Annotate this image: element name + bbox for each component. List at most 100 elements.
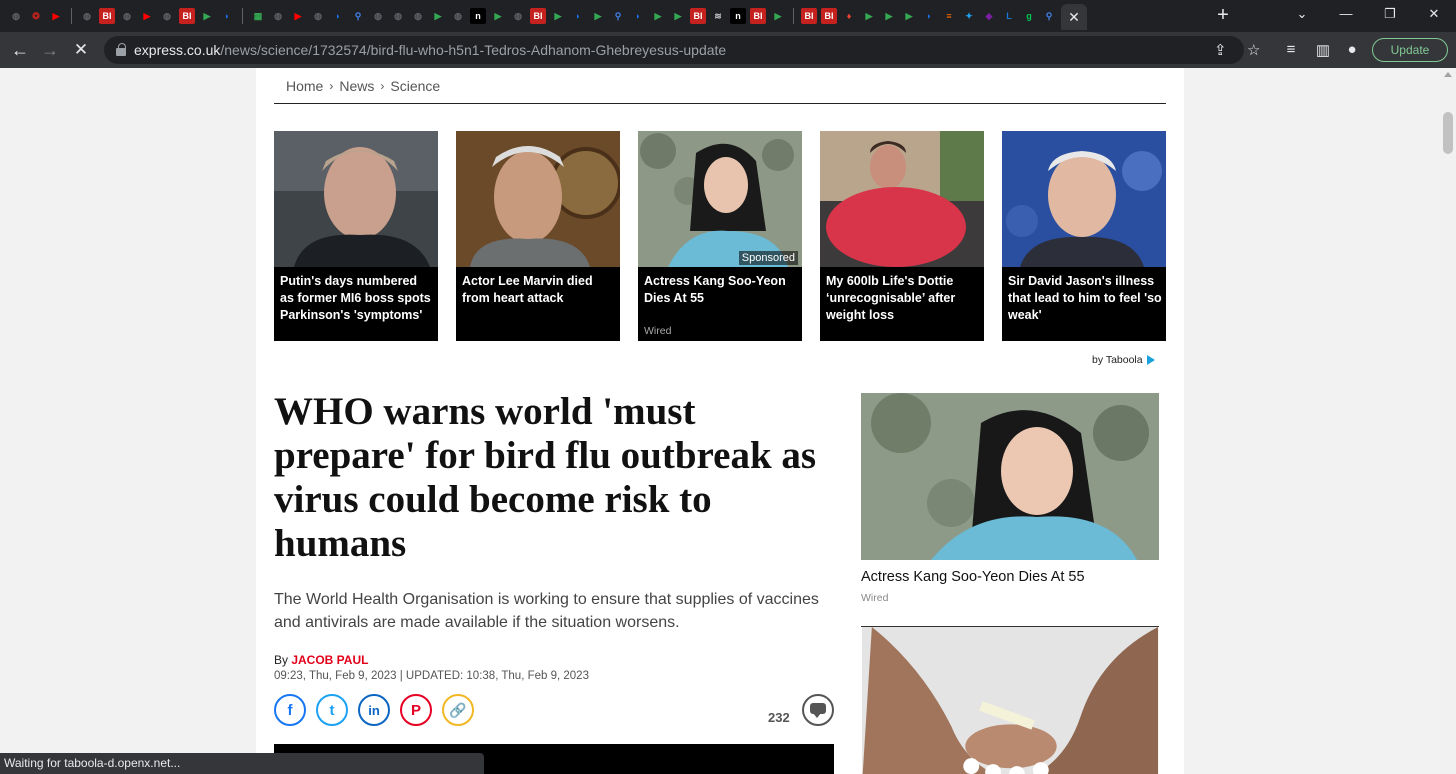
browser-tab-globe-icon[interactable]: ◍ (450, 8, 466, 24)
browser-tab-search-icon[interactable]: ⚲ (610, 8, 626, 24)
sidebar-promo-title[interactable]: Actress Kang Soo-Yeon Dies At 55 (861, 569, 1085, 585)
browser-tab-BI-icon[interactable]: BI (690, 8, 706, 24)
browser-tab-play-icon[interactable]: ▶ (430, 8, 446, 24)
article-headline: WHO warns world 'must prepare' for bird … (274, 390, 817, 565)
browser-tab-play-icon[interactable]: ▶ (670, 8, 686, 24)
browser-tab-play-icon[interactable]: ▶ (770, 8, 786, 24)
browser-tab-globe-icon[interactable]: ◍ (270, 8, 286, 24)
browser-tab-globe-icon[interactable]: ◍ (310, 8, 326, 24)
taboola-card[interactable]: Sponsored Actress Kang Soo-Yeon Dies At … (638, 131, 802, 341)
address-bar[interactable]: express.co.uk/news/science/1732574/bird-… (104, 36, 1260, 64)
sidebar-promo-image[interactable] (861, 393, 1159, 560)
reading-list-icon[interactable]: ≡ (1282, 41, 1300, 58)
bookmark-star-icon[interactable]: ☆ (1247, 41, 1260, 59)
taboola-card-title[interactable]: Putin's days numbered as former MI6 boss… (280, 273, 434, 324)
browser-tab-BI-icon[interactable]: BI (750, 8, 766, 24)
breadcrumb-news[interactable]: News (339, 78, 374, 94)
browser-tab-shield-icon[interactable]: ◗ (570, 8, 586, 24)
browser-tab-n-icon[interactable]: n (470, 8, 486, 24)
side-panel-icon[interactable]: ▥ (1314, 41, 1332, 59)
tab-search-icon[interactable]: ⌄ (1292, 6, 1312, 22)
browser-tab-search-icon[interactable]: ⚲ (1041, 8, 1057, 24)
taboola-card-title[interactable]: Actor Lee Marvin died from heart attack (462, 273, 616, 307)
scrollbar-thumb[interactable] (1443, 112, 1453, 154)
taboola-card[interactable]: Sir David Jason's illness that lead to h… (1002, 131, 1166, 341)
browser-tab-LIFE-icon[interactable]: L (1001, 8, 1017, 24)
browser-tab-play-icon[interactable]: ▶ (901, 8, 917, 24)
comment-icon[interactable] (802, 694, 834, 726)
comment-count[interactable]: 232 (768, 710, 790, 725)
browser-tab-globe-icon[interactable]: ◍ (8, 8, 24, 24)
browser-tab-play-icon[interactable]: ▶ (550, 8, 566, 24)
browser-tab-globe-icon[interactable]: ◍ (119, 8, 135, 24)
active-tab-close-icon[interactable]: ✕ (1061, 4, 1087, 30)
browser-tab-BI-icon[interactable]: BI (179, 8, 195, 24)
lock-icon[interactable] (116, 43, 126, 56)
forward-arrow-icon[interactable]: → (40, 40, 60, 60)
browser-tab-bars-icon[interactable]: ≡ (941, 8, 957, 24)
browser-tab-BI-icon[interactable]: BI (801, 8, 817, 24)
dottie-photo (820, 131, 984, 267)
browser-tab-play-icon[interactable]: ▶ (881, 8, 897, 24)
browser-tab-play-icon[interactable]: ▶ (199, 8, 215, 24)
tab-separator (793, 8, 794, 24)
maximize-button[interactable]: ❐ (1380, 6, 1400, 22)
browser-tab-twitter-icon[interactable]: ✦ (961, 8, 977, 24)
page-scrollbar[interactable] (1440, 68, 1456, 774)
taboola-card-title[interactable]: Actress Kang Soo-Yeon Dies At 55 (644, 273, 798, 307)
browser-tab-youtube-icon[interactable]: ▶ (139, 8, 155, 24)
browser-tab-shield-icon[interactable]: ◗ (330, 8, 346, 24)
linkedin-share-icon[interactable]: in (358, 694, 390, 726)
back-arrow-icon[interactable]: ← (10, 40, 30, 60)
pinterest-share-icon[interactable]: P (400, 694, 432, 726)
sidebar-ad-image[interactable] (861, 626, 1159, 774)
browser-tab-shield-icon[interactable]: ◗ (921, 8, 937, 24)
twitter-share-icon[interactable]: t (316, 694, 348, 726)
browser-tab-youtube-icon[interactable]: ▶ (290, 8, 306, 24)
browser-tab-play-icon[interactable]: ▶ (590, 8, 606, 24)
browser-tab-globe-icon[interactable]: ◍ (410, 8, 426, 24)
browser-tab-pin-icon[interactable]: ♦ (841, 8, 857, 24)
new-tab-button[interactable]: + (1212, 4, 1234, 26)
scroll-up-icon[interactable] (1444, 72, 1452, 77)
browser-tab-globe-icon[interactable]: ◍ (159, 8, 175, 24)
taboola-card[interactable]: Putin's days numbered as former MI6 boss… (274, 131, 438, 341)
browser-tab-map-icon[interactable]: ▦ (250, 8, 266, 24)
taboola-attribution[interactable]: by Taboola (1092, 354, 1155, 366)
browser-tab-shield-icon[interactable]: ◗ (630, 8, 646, 24)
browser-tab-globe-icon[interactable]: ◍ (79, 8, 95, 24)
url-text[interactable]: express.co.uk/news/science/1732574/bird-… (134, 42, 726, 58)
browser-tab-purple-icon[interactable]: ◆ (981, 8, 997, 24)
browser-tab-search-icon[interactable]: ⚲ (350, 8, 366, 24)
profile-icon[interactable]: ● (1343, 41, 1361, 58)
breadcrumb-home[interactable]: Home (286, 78, 323, 94)
update-button[interactable]: Update (1372, 38, 1448, 62)
copy-link-icon[interactable]: 🔗 (442, 694, 474, 726)
browser-tab-play-icon[interactable]: ▶ (650, 8, 666, 24)
browser-tab-globe-icon[interactable]: ◍ (510, 8, 526, 24)
browser-tab-play-icon[interactable]: ▶ (861, 8, 877, 24)
taboola-card-title[interactable]: My 600lb Life's Dottie ‘unrecognisable’ … (826, 273, 980, 324)
breadcrumb-science[interactable]: Science (390, 78, 440, 94)
browser-tab-BI-icon[interactable]: BI (99, 8, 115, 24)
share-icon[interactable]: ⇪ (1214, 41, 1227, 59)
facebook-share-icon[interactable]: f (274, 694, 306, 726)
browser-tab-wavy-icon[interactable]: ≋ (710, 8, 726, 24)
taboola-card[interactable]: Actor Lee Marvin died from heart attack (456, 131, 620, 341)
browser-tab-play-icon[interactable]: ▶ (490, 8, 506, 24)
author-link[interactable]: JACOB PAUL (291, 653, 368, 667)
stop-loading-icon[interactable]: ✕ (71, 40, 91, 60)
browser-tab-youtube-icon[interactable]: ▶ (48, 8, 64, 24)
browser-tab-g-icon[interactable]: g (1021, 8, 1037, 24)
browser-tab-globe-icon[interactable]: ◍ (370, 8, 386, 24)
minimize-button[interactable]: — (1336, 6, 1356, 21)
browser-tab-red-logo-icon[interactable]: ❂ (28, 8, 44, 24)
taboola-card[interactable]: My 600lb Life's Dottie ‘unrecognisable’ … (820, 131, 984, 341)
browser-tab-globe-icon[interactable]: ◍ (390, 8, 406, 24)
browser-tab-n-icon[interactable]: n (730, 8, 746, 24)
browser-tab-BI-icon[interactable]: BI (530, 8, 546, 24)
close-window-button[interactable]: ✕ (1424, 6, 1444, 22)
browser-tab-BI-icon[interactable]: BI (821, 8, 837, 24)
browser-tab-shield-icon[interactable]: ◗ (219, 8, 235, 24)
taboola-card-title[interactable]: Sir David Jason's illness that lead to h… (1008, 273, 1162, 324)
